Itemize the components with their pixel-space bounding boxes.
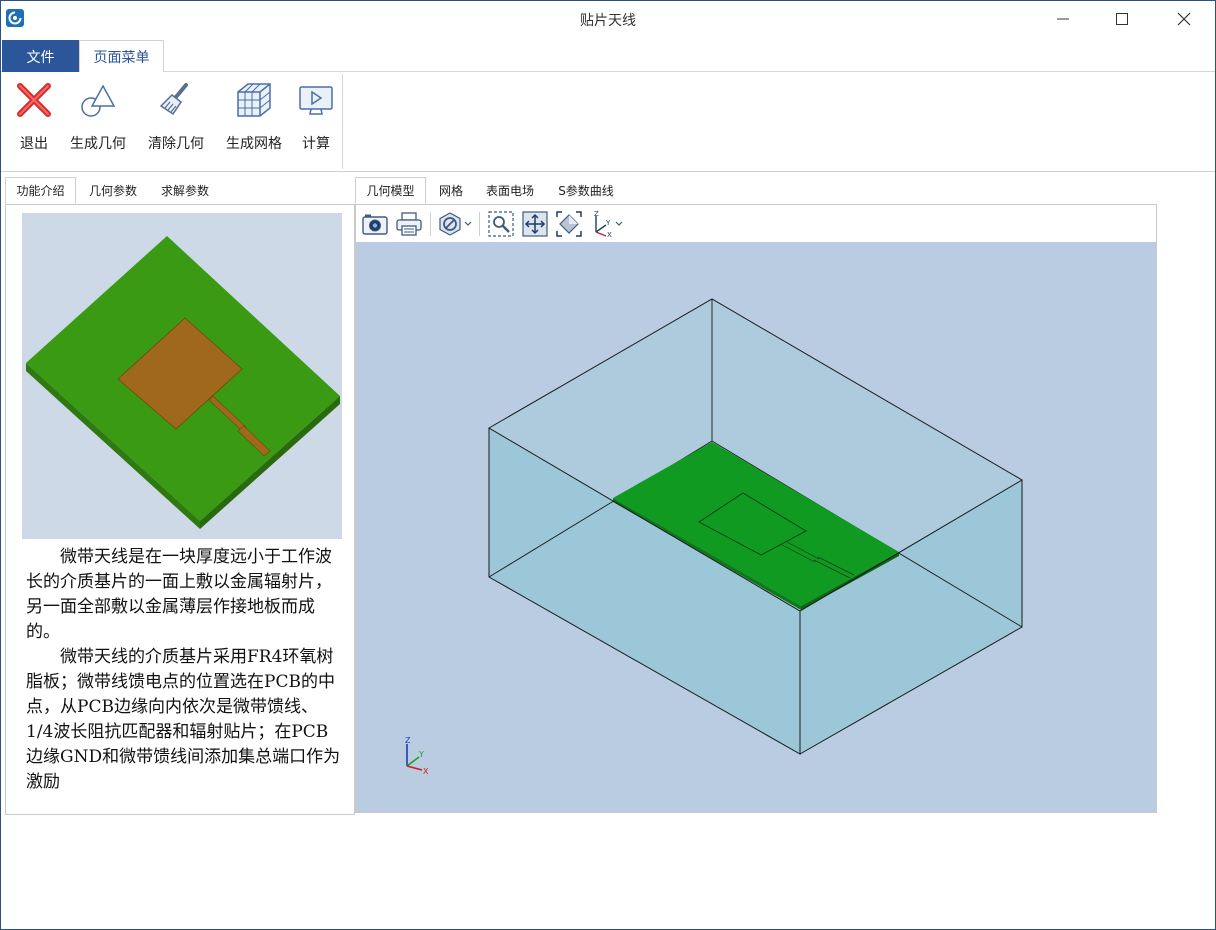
move-arrows-icon [522, 210, 548, 237]
axes-orientation-icon: Z Y X [594, 210, 623, 238]
axis-z-label: Z [405, 736, 411, 745]
generate-mesh-label: 生成网格 [226, 136, 282, 152]
clear-brush-icon [159, 83, 188, 116]
description-paragraph-2: 微带天线的介质基片采用FR4环氧树脂板；微带线馈电点的位置选在PCB的中点，从P… [26, 647, 341, 792]
app-window: 贴片天线 文件 页面菜单 退出 生成几何 清除几何 生成网格 计算 功能介绍 几… [0, 0, 1216, 930]
clear-geometry-label: 清除几何 [148, 136, 204, 152]
generate-geometry-button[interactable]: 生成几何 [65, 80, 131, 160]
exit-button[interactable]: 退出 [13, 80, 55, 160]
svg-text:Z: Z [594, 210, 599, 218]
minimize-icon [1057, 18, 1069, 20]
clear-geometry-button[interactable]: 清除几何 [143, 80, 209, 160]
view-toolbar: Z Y X [356, 205, 1156, 242]
tab-surface-field[interactable]: 表面电场 [477, 177, 543, 204]
toolbar-separator [479, 211, 480, 236]
svg-text:X: X [607, 231, 612, 238]
no-display-icon [439, 211, 472, 236]
close-button[interactable] [1154, 1, 1214, 37]
minimize-button[interactable] [1033, 1, 1093, 37]
zoom-box-icon [488, 210, 514, 237]
camera-icon [362, 214, 388, 235]
introduction-panel: 微带天线是在一块厚度远小于工作波长的介质基片的一面上敷以金属辐射片，另一面全部敷… [5, 204, 355, 815]
geometry-icon [81, 84, 116, 117]
tab-s-parameter-curve[interactable]: S参数曲线 [547, 177, 625, 204]
geometry-model-panel: Z Y X Z Y X [355, 204, 1157, 813]
fit-diamond-icon [556, 210, 582, 237]
view-orientation-dropdown[interactable]: Z Y X [586, 209, 626, 239]
axis-triad: Z Y X [405, 736, 429, 776]
pan-button[interactable] [518, 209, 552, 239]
file-menu-tab[interactable]: 文件 [2, 40, 79, 73]
3d-viewport[interactable]: Z Y X [356, 242, 1156, 812]
generate-mesh-button[interactable]: 生成网格 [221, 80, 287, 160]
page-menu-tab[interactable]: 页面菜单 [79, 40, 164, 73]
compute-monitor-icon [299, 86, 333, 115]
close-icon [1177, 12, 1191, 26]
tab-mesh[interactable]: 网格 [428, 177, 474, 204]
tab-geometry-params[interactable]: 几何参数 [78, 177, 148, 204]
axis-y-label: Y [418, 750, 424, 759]
print-button[interactable] [392, 209, 426, 239]
tab-solver-params[interactable]: 求解参数 [150, 177, 220, 204]
ribbon-separator [342, 74, 343, 169]
tab-introduction[interactable]: 功能介绍 [5, 177, 76, 204]
left-tab-strip: 功能介绍 几何参数 求解参数 [5, 177, 355, 204]
maximize-button[interactable] [1092, 1, 1152, 37]
right-tab-strip: 几何模型 网格 表面电场 S参数曲线 [355, 177, 1155, 204]
exit-icon [17, 83, 51, 117]
fit-view-button[interactable] [552, 209, 586, 239]
description-paragraph-1: 微带天线是在一块厚度远小于工作波长的介质基片的一面上敷以金属辐射片，另一面全部敷… [26, 547, 332, 642]
screenshot-button[interactable] [358, 209, 392, 239]
tab-geometry-model[interactable]: 几何模型 [355, 177, 426, 204]
antenna-preview-image [22, 213, 342, 539]
compute-button[interactable]: 计算 [297, 80, 335, 160]
menu-bar: 文件 页面菜单 [1, 38, 1215, 73]
toolbar-separator [430, 211, 431, 236]
mesh-cube-icon [237, 83, 271, 117]
model-scene: Z Y X [405, 298, 1023, 776]
ribbon-toolbar: 退出 生成几何 清除几何 生成网格 计算 [1, 72, 1215, 172]
printer-icon [396, 211, 422, 236]
zoom-window-button[interactable] [484, 209, 518, 239]
exit-label: 退出 [20, 136, 48, 152]
maximize-icon [1116, 13, 1128, 25]
axis-x-label: X [423, 767, 429, 776]
description-text: 微带天线是在一块厚度远小于工作波长的介质基片的一面上敷以金属辐射片，另一面全部敷… [26, 545, 342, 795]
compute-label: 计算 [302, 136, 330, 152]
title-bar: 贴片天线 [1, 1, 1215, 38]
display-mode-dropdown[interactable] [435, 209, 475, 239]
generate-geometry-label: 生成几何 [70, 136, 126, 152]
svg-text:Y: Y [605, 219, 611, 227]
